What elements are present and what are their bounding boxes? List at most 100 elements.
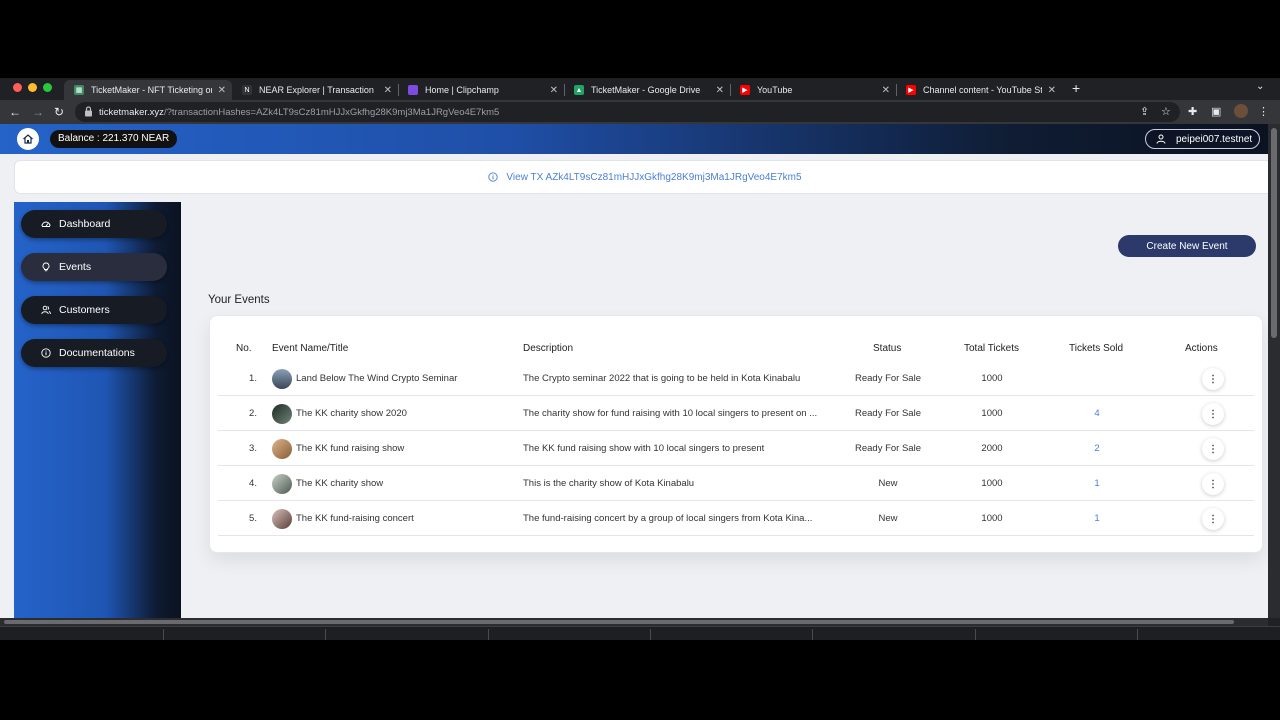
event-status: New xyxy=(878,513,898,524)
row-actions-button[interactable] xyxy=(1202,507,1224,530)
close-tab-icon[interactable]: ✕ xyxy=(716,85,724,96)
strip-divider xyxy=(812,629,813,640)
dashboard-icon xyxy=(41,221,51,227)
web-page: Balance : 221.370 NEAR peipei007.testnet… xyxy=(0,124,1268,618)
row-actions-button[interactable] xyxy=(1202,367,1224,390)
sidebar-item-customers[interactable]: Customers xyxy=(21,296,167,324)
view-tx-link[interactable]: View TX AZk4LT9sCz81mHJJxGkfhg28K9mj3Ma1… xyxy=(506,172,801,183)
bookmark-star-icon[interactable]: ☆ xyxy=(1161,105,1171,118)
events-table: No. Event Name/Title Description Status … xyxy=(209,315,1263,553)
close-window-button[interactable] xyxy=(13,83,22,92)
share-icon[interactable]: ⇪ xyxy=(1140,105,1149,118)
event-total-tickets: 1000 xyxy=(981,513,1003,524)
youtube-favicon: ▶ xyxy=(740,85,750,95)
browser-tab-youtube-studio[interactable]: ▶ Channel content - YouTube Stu ✕ xyxy=(896,80,1062,100)
event-thumbnail xyxy=(272,508,292,529)
home-icon xyxy=(23,134,33,144)
bottom-strip xyxy=(0,626,1280,640)
vertical-scrollbar[interactable] xyxy=(1268,124,1280,618)
actions-cell xyxy=(1188,501,1238,536)
browser-tab-youtube[interactable]: ▶ YouTube ✕ xyxy=(730,80,896,100)
event-tickets-sold[interactable]: 1 xyxy=(1057,466,1137,501)
event-tickets-sold[interactable]: 1 xyxy=(1057,501,1137,536)
close-tab-icon[interactable]: ✕ xyxy=(1048,85,1056,96)
event-thumbnail xyxy=(272,368,292,389)
actions-cell xyxy=(1188,361,1238,396)
user-icon xyxy=(1156,134,1166,144)
minimize-window-button[interactable] xyxy=(28,83,37,92)
row-actions-button[interactable] xyxy=(1202,437,1224,460)
maximize-window-button[interactable] xyxy=(43,83,52,92)
column-header-description: Description xyxy=(523,343,574,354)
forward-arrow-icon[interactable]: → xyxy=(32,105,44,119)
browser-tab-clipchamp[interactable]: Home | Clipchamp ✕ xyxy=(398,80,564,100)
lock-icon xyxy=(85,106,92,117)
event-thumbnail xyxy=(272,403,292,424)
side-panel-icon[interactable]: ▣ xyxy=(1211,105,1221,118)
row-number: 2. xyxy=(249,408,257,419)
browser-window: ▦ TicketMaker - NFT Ticketing on ✕ N NEA… xyxy=(0,78,1280,640)
actions-cell xyxy=(1188,466,1238,501)
event-name-cell: The KK charity show xyxy=(272,466,512,501)
table-row[interactable]: 1. Land Below The Wind Crypto Seminar Th… xyxy=(218,361,1254,396)
close-tab-icon[interactable]: ✕ xyxy=(550,85,558,96)
account-button[interactable]: peipei007.testnet xyxy=(1145,129,1260,149)
profile-avatar[interactable] xyxy=(1234,104,1248,118)
event-tickets-sold[interactable]: 4 xyxy=(1057,396,1137,431)
sidebar-item-dashboard[interactable]: Dashboard xyxy=(21,210,167,238)
new-tab-plus-icon[interactable]: + xyxy=(1072,80,1080,96)
browser-tab-near-explorer[interactable]: N NEAR Explorer | Transaction ✕ xyxy=(232,80,398,100)
row-actions-button[interactable] xyxy=(1202,472,1224,495)
transaction-banner: View TX AZk4LT9sCz81mHJJxGkfhg28K9mj3Ma1… xyxy=(14,160,1268,194)
drive-favicon: ▲ xyxy=(574,85,584,95)
event-tickets-sold[interactable] xyxy=(1057,361,1137,396)
event-name: The KK charity show xyxy=(296,478,384,489)
sidebar-item-documentations[interactable]: Documentations xyxy=(21,339,167,367)
browser-tab-ticketmaker[interactable]: ▦ TicketMaker - NFT Ticketing on ✕ xyxy=(64,80,232,100)
section-title: Your Events xyxy=(208,294,270,306)
extensions-puzzle-icon[interactable]: ✚ xyxy=(1188,105,1197,118)
column-header-status: Status xyxy=(873,343,902,354)
event-thumbnail xyxy=(272,438,292,459)
close-tab-icon[interactable]: ✕ xyxy=(218,85,226,96)
back-arrow-icon[interactable]: ← xyxy=(9,105,21,119)
browser-menu-icon[interactable]: ⋮ xyxy=(1258,105,1269,118)
table-row[interactable]: 3. The KK fund raising show The KK fund … xyxy=(218,431,1254,466)
event-tickets-sold[interactable]: 2 xyxy=(1057,431,1137,466)
browser-tab-google-drive[interactable]: ▲ TicketMaker - Google Drive ✕ xyxy=(564,80,730,100)
create-new-event-button[interactable]: Create New Event xyxy=(1118,235,1256,257)
users-icon xyxy=(41,305,51,315)
address-bar[interactable]: ticketmaker.xyz/?transactionHashes=AZk4L… xyxy=(75,102,1180,122)
close-tab-icon[interactable]: ✕ xyxy=(384,85,392,96)
scrollbar-thumb[interactable] xyxy=(4,620,1234,624)
scrollbar-thumb[interactable] xyxy=(1271,128,1277,338)
strip-divider xyxy=(1137,629,1138,640)
row-actions-button[interactable] xyxy=(1202,402,1224,425)
event-total-tickets: 2000 xyxy=(981,443,1003,454)
strip-divider xyxy=(488,629,489,640)
row-number: 4. xyxy=(249,478,257,489)
column-header-name: Event Name/Title xyxy=(272,343,349,354)
youtube-favicon: ▶ xyxy=(906,85,916,95)
actions-cell xyxy=(1188,431,1238,466)
url-host: ticketmaker.xyz xyxy=(99,107,164,118)
tab-title: Channel content - YouTube Stu xyxy=(923,85,1042,95)
url-text: ticketmaker.xyz/?transactionHashes=AZk4L… xyxy=(99,107,499,118)
reload-icon[interactable]: ↻ xyxy=(54,105,64,119)
sidebar-item-events[interactable]: Events xyxy=(21,253,167,281)
near-favicon: N xyxy=(242,85,252,95)
horizontal-scrollbar[interactable] xyxy=(0,618,1268,626)
column-header-total-tickets: Total Tickets xyxy=(964,343,1020,354)
tab-search-chevron-icon[interactable]: ⌄ xyxy=(1256,81,1264,92)
table-row[interactable]: 4. The KK charity show This is the chari… xyxy=(218,466,1254,501)
close-tab-icon[interactable]: ✕ xyxy=(882,85,890,96)
table-row[interactable]: 2. The KK charity show 2020 The charity … xyxy=(218,396,1254,431)
sidebar-item-label: Customers xyxy=(59,304,110,316)
info-icon xyxy=(488,172,499,182)
browser-toolbar: ← → ↻ ticketmaker.xyz/?transactionHashes… xyxy=(0,100,1280,124)
event-total-tickets: 1000 xyxy=(981,373,1003,384)
table-row[interactable]: 5. The KK fund-raising concert The fund-… xyxy=(218,501,1254,536)
event-thumbnail xyxy=(272,473,292,494)
event-name-cell: Land Below The Wind Crypto Seminar xyxy=(272,361,512,396)
home-button[interactable] xyxy=(17,128,39,150)
